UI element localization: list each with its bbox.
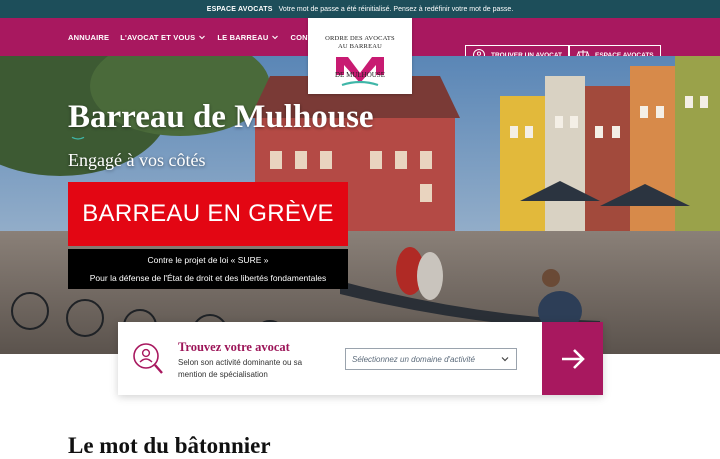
nav-item-annuaire[interactable]: ANNUAIRE <box>68 33 109 42</box>
notice-bar: ESPACE AVOCATS Votre mot de passe a été … <box>0 0 720 18</box>
strike-note-line-2: Pour la défense de l'État de droit et de… <box>89 273 327 283</box>
logo-emblem: DE MULHOUSE <box>335 57 385 87</box>
hero-title: Barreau de Mulhouse <box>68 99 374 135</box>
site-logo[interactable]: ORDRE DES AVOCATS AU BARREAU DE MULHOUSE <box>308 18 412 94</box>
activity-domain-select[interactable]: Sélectionnez un domaine d'activité <box>345 348 517 370</box>
logo-line-3: DE MULHOUSE <box>335 71 385 79</box>
chevron-down-icon <box>501 357 509 362</box>
strike-note: Contre le projet de loi « SURE » Pour la… <box>68 249 348 289</box>
lawyer-search-card: Trouvez votre avocat Selon son activité … <box>118 322 603 395</box>
logo-line-2: AU BARREAU <box>337 43 383 50</box>
nav-item-avocat-et-vous[interactable]: L'AVOCAT ET VOUS <box>120 33 206 42</box>
search-description: Selon son activité dominante ou sa menti… <box>178 358 303 379</box>
strike-note-line-1: Contre le projet de loi « SURE » <box>147 255 269 265</box>
chevron-down-icon <box>272 35 279 40</box>
notice-title: ESPACE AVOCATS <box>206 5 273 13</box>
logo-line-1: ORDRE DES AVOCATS <box>325 35 395 42</box>
nav-menu: ANNUAIRE L'AVOCAT ET VOUS LE BARREAU CON… <box>68 18 328 56</box>
strike-banner: BARREAU EN GRÈVE <box>68 182 348 246</box>
nav-item-label: ANNUAIRE <box>68 32 110 42</box>
nav-item-label: L'AVOCAT ET VOUS <box>120 32 196 42</box>
arrow-right-icon <box>561 348 585 369</box>
search-title: Trouvez votre avocat <box>178 340 290 354</box>
search-submit-button[interactable] <box>542 322 603 395</box>
hero-subtitle: Engagé à vos côtés <box>68 150 206 170</box>
nav-item-label: LE BARREAU <box>217 32 269 42</box>
title-accent <box>71 136 85 140</box>
chevron-down-icon <box>199 35 206 40</box>
nav-item-le-barreau[interactable]: LE BARREAU <box>217 33 279 42</box>
logo-text: ORDRE DES AVOCATS AU BARREAU <box>308 35 412 51</box>
notice-message: Votre mot de passe a été réinitialisé. P… <box>278 5 514 13</box>
select-placeholder: Sélectionnez un domaine d'activité <box>352 354 475 364</box>
lawyer-search-icon <box>133 343 163 374</box>
section-title: Le mot du bâtonnier <box>68 433 271 458</box>
